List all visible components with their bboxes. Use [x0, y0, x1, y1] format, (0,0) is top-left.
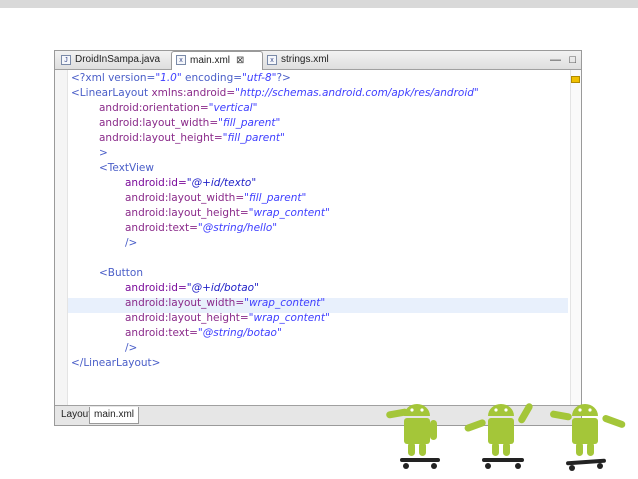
code-line-6: > [99, 147, 108, 159]
code-line-5: android:layout_height="fill_parent" [99, 132, 285, 144]
warning-marker-icon[interactable] [571, 76, 580, 83]
java-file-icon: J [61, 55, 71, 65]
code-line-12: /> [125, 237, 138, 249]
code-line-7: <TextView [99, 162, 154, 174]
code-line-16: android:layout_width="wrap_content" [125, 297, 326, 309]
xml-file-icon: x [176, 55, 186, 65]
code-line-17: android:layout_height="wrap_content" [125, 312, 330, 324]
code-line-19: /> [125, 342, 138, 354]
editor-tab-bar: J DroidInSampa.java x main.xml ⊠ x string… [55, 51, 581, 70]
code-line-11: android:text="@string/hello" [125, 222, 278, 234]
code-line-10: android:layout_height="wrap_content" [125, 207, 330, 219]
code-line-2: <LinearLayout xmlns:android="http://sche… [71, 87, 479, 99]
android-skateboard-icon [464, 403, 533, 469]
code-line-15: android:id="@+id/botao" [125, 282, 259, 294]
close-icon[interactable]: ⊠ [236, 55, 244, 66]
code-line-20: </LinearLayout> [71, 357, 161, 369]
tab-main-xml-source[interactable]: main.xml [89, 407, 140, 424]
eclipse-editor-window: J DroidInSampa.java x main.xml ⊠ x string… [54, 50, 582, 426]
tab-strings-xml[interactable]: x strings.xml [263, 52, 329, 68]
tab-label: main.xml [190, 55, 231, 66]
code-line-8: android:id="@+id/texto" [125, 177, 257, 189]
top-gray-bar [0, 0, 638, 8]
android-skateboard-icon [386, 404, 440, 469]
code-line-4: android:layout_width="fill_parent" [99, 117, 281, 129]
tab-droidinsampa-java[interactable]: J DroidInSampa.java [57, 52, 160, 68]
code-line-3: android:orientation="vertical" [99, 102, 258, 114]
code-line-9: android:layout_width="fill_parent" [125, 192, 307, 204]
code-line-18: android:text="@string/botao" [125, 327, 282, 339]
code-line-1: <?xml version="1.0" encoding="utf-8"?> [71, 72, 291, 84]
xml-code-area[interactable]: <?xml version="1.0" encoding="utf-8"?> <… [55, 70, 581, 405]
android-skateboard-icon [550, 404, 626, 471]
overview-ruler [570, 70, 581, 405]
code-line-14: <Button [99, 267, 143, 279]
xml-file-icon: x [267, 55, 277, 65]
maximize-button[interactable]: □ [569, 53, 576, 67]
tab-label: strings.xml [281, 54, 329, 65]
minimize-button[interactable]: — [550, 53, 561, 67]
editor-gutter [55, 70, 68, 405]
tab-label: DroidInSampa.java [75, 54, 161, 65]
tab-main-xml[interactable]: x main.xml ⊠ [171, 51, 263, 70]
